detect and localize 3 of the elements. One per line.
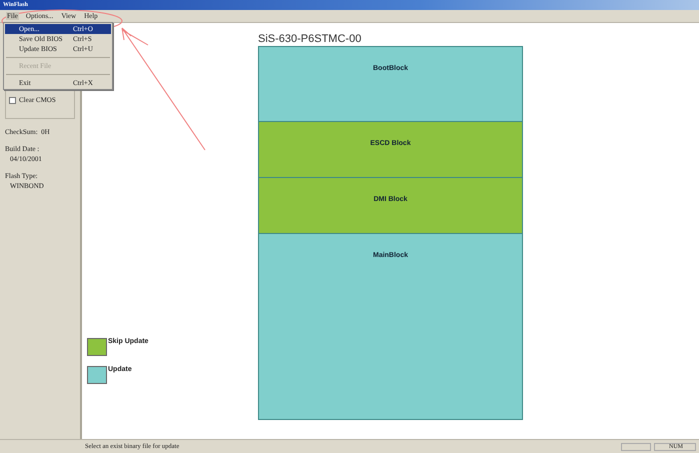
chip-title: SiS-630-P6STMC-00 xyxy=(258,32,362,46)
status-pane xyxy=(620,442,651,450)
checkbox[interactable] xyxy=(9,97,16,104)
